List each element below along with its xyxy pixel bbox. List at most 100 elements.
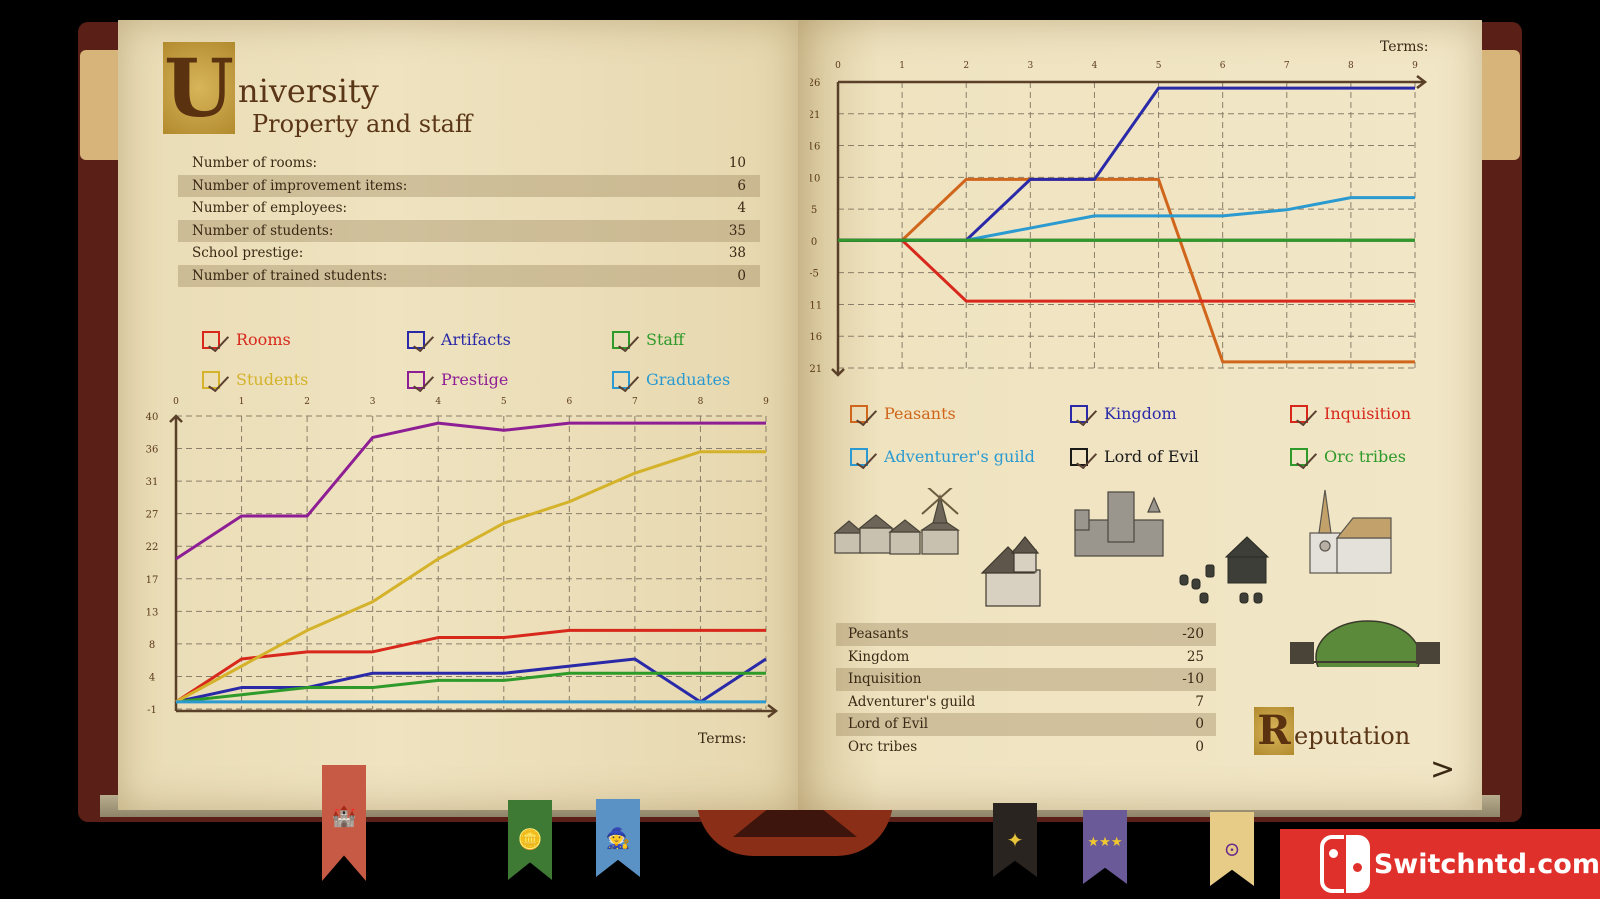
legend-inquisition[interactable]: Inquisition [1290,404,1411,423]
faction-value: -10 [1182,671,1204,687]
x-tick-label: 0 [173,397,179,407]
legend-label: Peasants [884,404,956,423]
adventurers-guild-illustration [980,536,1041,607]
next-page-button[interactable]: > [1430,752,1455,787]
y-tick-label: 0 [811,237,817,248]
y-tick-label: 13 [146,607,159,618]
stat-row: Number of rooms: 10 [178,152,760,175]
y-tick-label: 16 [810,142,820,153]
x-tick-label: 3 [370,397,376,407]
faction-value: 25 [1186,648,1204,665]
watermark-text: Switchntd.com [1373,848,1600,880]
legend-adventurer-s-guild[interactable]: Adventurer's guild [850,447,1035,466]
stat-row: Number of trained students: 0 [178,264,760,287]
checkbox-checked-icon[interactable] [1290,404,1308,423]
faction-label: Adventurer's guild [848,693,976,710]
checkbox-checked-icon[interactable] [612,330,630,349]
faction-value: 0 [1195,716,1204,732]
x-tick-label: 9 [763,397,769,407]
stat-label: Number of improvement items: [192,177,408,194]
x-tick-label: 8 [1348,61,1354,71]
reputation-row: Inquisition -10 [836,668,1216,691]
x-tick-label: 0 [835,61,841,71]
legend-label: Students [236,370,309,389]
reputation-row: Lord of Evil 0 [836,713,1216,736]
peasants-village-illustration [833,488,960,555]
legend-label: Adventurer's guild [884,447,1035,466]
faction-value: -20 [1182,626,1204,642]
legend-label: Graduates [646,370,731,389]
legend-students[interactable]: Students [202,370,308,389]
watermark-banner: Switchntd.com [1280,829,1600,899]
bookmark-staff[interactable]: 🧙 [596,799,640,877]
x-axis-label: Terms: [698,731,747,747]
magic-items-icon: ✦ [1006,828,1024,853]
legend-staff[interactable]: Staff [612,330,684,349]
x-tick-label: 2 [963,61,969,71]
faction-label: Peasants [848,626,909,642]
bookmark-reputation[interactable]: ★★★ [1083,810,1127,884]
faction-label: Inquisition [848,671,922,687]
amulet-icon: ⊙ [1223,837,1241,862]
y-tick-label: 22 [146,542,159,553]
y-tick-label: 10 [810,173,820,184]
reputation-row: Kingdom 25 [836,646,1216,669]
wizard-icon: 🧙 [605,825,631,850]
stat-label: Number of employees: [192,200,348,216]
x-axis-label: Terms: [1380,39,1429,55]
legend-orc-tribes[interactable]: Orc tribes [1290,447,1406,466]
x-tick-label: 7 [1284,61,1290,71]
series-line-prestige [175,421,766,561]
faction-label: Lord of Evil [848,716,929,732]
bookmark-amulet[interactable]: ⊙ [1210,812,1254,886]
bookmark-castle[interactable]: 🏰 [322,765,366,881]
stat-value: 35 [728,222,746,239]
legend-artifacts[interactable]: Artifacts [407,330,511,349]
stat-value: 0 [737,267,746,284]
checkbox-checked-icon[interactable] [407,330,425,349]
legend-prestige[interactable]: Prestige [407,370,508,389]
legend-lord-of-evil[interactable]: Lord of Evil [1070,447,1199,466]
y-tick-label: 17 [146,575,159,586]
reputation-chart: 26 21 16 10 5 0 -5 -11 -16 -21 0 1 2 3 4 5 6 7 8 9 [810,61,1428,377]
legend-graduates[interactable]: Graduates [612,370,730,389]
section-initial: R [1254,707,1294,755]
checkbox-checked-icon[interactable] [1070,447,1088,466]
y-tick-label: -11 [810,300,822,311]
section-title: eputation [1294,722,1411,750]
legend-label: Kingdom [1104,404,1177,423]
reputation-row: Adventurer's guild 7 [836,691,1216,714]
gold-coins-icon: 🪙 [517,827,543,852]
legend-peasants[interactable]: Peasants [850,404,956,423]
checkbox-checked-icon[interactable] [1290,447,1308,466]
stat-value: 10 [728,155,746,171]
reputation-row: Orc tribes 0 [836,736,1216,759]
stat-row: Number of students: 35 [178,219,760,242]
x-tick-label: 9 [1412,61,1418,71]
y-tick-label: -1 [147,705,157,716]
y-tick-label: 27 [146,510,159,521]
y-tick-label: 36 [146,445,159,456]
x-tick-label: 5 [501,397,507,407]
bookmark-gold[interactable]: 🪙 [508,800,552,880]
bookmark-magic-items[interactable]: ✦ [993,803,1037,877]
checkbox-checked-icon[interactable] [407,370,425,389]
y-tick-label: -5 [810,269,819,280]
faction-value: 0 [1195,738,1204,755]
legend-kingdom[interactable]: Kingdom [1070,404,1177,423]
checkbox-checked-icon[interactable] [850,404,868,423]
x-tick-label: 4 [435,397,441,407]
checkbox-checked-icon[interactable] [1070,404,1088,423]
checkbox-checked-icon[interactable] [202,330,220,349]
checkbox-checked-icon[interactable] [850,447,868,466]
x-tick-label: 8 [698,397,704,407]
checkbox-checked-icon[interactable] [612,370,630,389]
stars-icon: ★★★ [1087,835,1123,851]
y-tick-label: 5 [811,205,817,216]
checkbox-checked-icon[interactable] [202,370,220,389]
legend-rooms[interactable]: Rooms [202,330,291,349]
stat-row: Number of improvement items: 6 [178,174,760,197]
switch-logo-icon [1320,835,1370,893]
orc-tribes-hut-illustration [1290,620,1440,667]
stat-label: Number of trained students: [192,267,388,284]
